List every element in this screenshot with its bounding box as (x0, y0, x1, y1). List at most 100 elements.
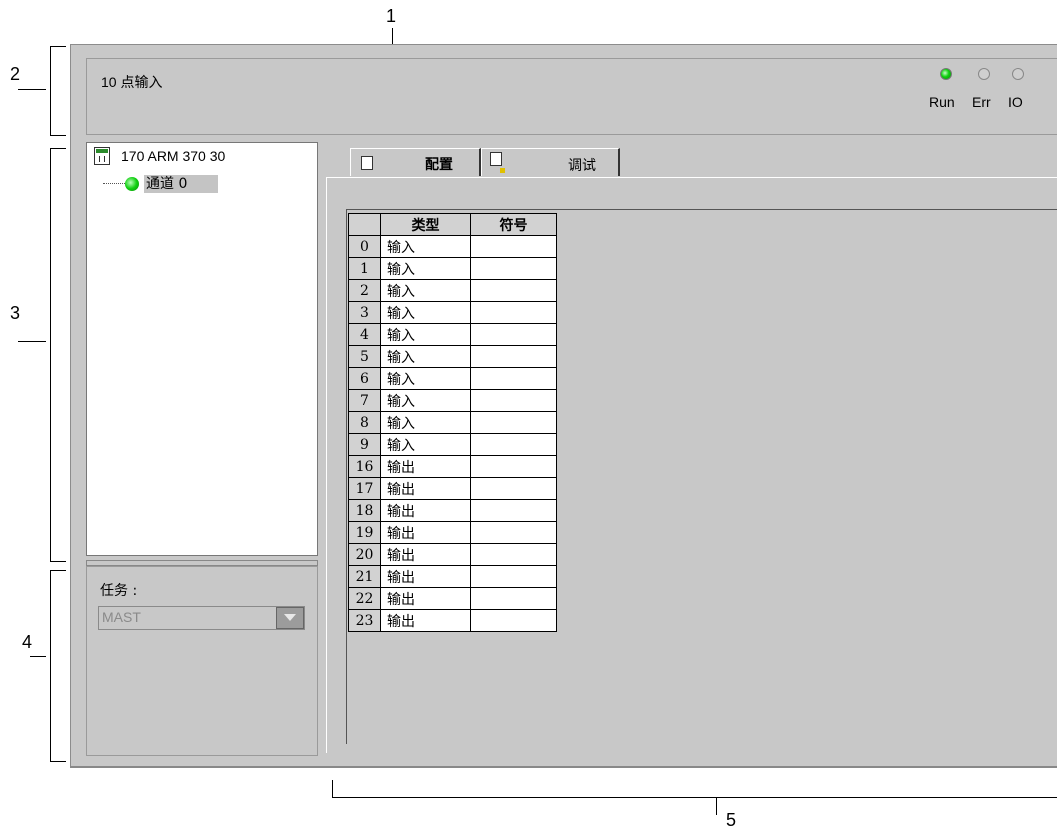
run-led-icon (940, 68, 952, 80)
symbol-cell[interactable] (470, 521, 557, 544)
type-cell[interactable]: 输出 (380, 499, 471, 522)
table-row[interactable]: 16 输出 (348, 455, 557, 478)
row-number[interactable]: 2 (348, 279, 381, 302)
table-row[interactable]: 8 输入 (348, 411, 557, 434)
row-number[interactable]: 7 (348, 389, 381, 412)
type-cell[interactable]: 输入 (380, 257, 471, 280)
callout-2-number: 2 (10, 64, 21, 84)
type-cell[interactable]: 输出 (380, 609, 471, 632)
tree-module-node[interactable]: 170 ARM 370 30 (121, 148, 225, 164)
row-number[interactable]: 21 (348, 565, 381, 588)
type-cell[interactable]: 输入 (380, 301, 471, 324)
symbol-cell[interactable] (470, 367, 557, 390)
table-row[interactable]: 2 输入 (348, 279, 557, 302)
table-row[interactable]: 4 输入 (348, 323, 557, 346)
window-bottom-edge (70, 766, 1057, 768)
type-cell[interactable]: 输入 (380, 389, 471, 412)
tab-config-label: 配置 (425, 157, 453, 173)
symbol-cell[interactable] (470, 279, 557, 302)
tab-debug[interactable]: 调试 (481, 148, 620, 176)
type-cell[interactable]: 输入 (380, 235, 471, 258)
type-cell[interactable]: 输出 (380, 477, 471, 500)
table-row[interactable]: 5 输入 (348, 345, 557, 368)
callout-2-tick (18, 89, 46, 90)
row-number[interactable]: 0 (348, 235, 381, 258)
symbol-cell[interactable] (470, 455, 557, 478)
config-icon (361, 156, 373, 170)
module-tree-panel (86, 142, 318, 556)
symbol-cell[interactable] (470, 389, 557, 412)
type-cell[interactable]: 输出 (380, 521, 471, 544)
symbol-cell[interactable] (470, 323, 557, 346)
symbol-cell[interactable] (470, 345, 557, 368)
row-number[interactable]: 5 (348, 345, 381, 368)
tree-connector (103, 183, 125, 184)
row-number[interactable]: 16 (348, 455, 381, 478)
type-cell[interactable]: 输入 (380, 345, 471, 368)
type-cell[interactable]: 输出 (380, 587, 471, 610)
table-row[interactable]: 22 输出 (348, 587, 557, 610)
type-cell[interactable]: 输出 (380, 455, 471, 478)
symbol-cell[interactable] (470, 609, 557, 632)
row-number[interactable]: 19 (348, 521, 381, 544)
row-number[interactable]: 22 (348, 587, 381, 610)
symbol-cell[interactable] (470, 477, 557, 500)
row-number[interactable]: 3 (348, 301, 381, 324)
type-cell[interactable]: 输入 (380, 433, 471, 456)
row-number[interactable]: 6 (348, 367, 381, 390)
callout-1-number: 1 (386, 6, 397, 26)
table-row[interactable]: 20 输出 (348, 543, 557, 566)
symbol-cell[interactable] (470, 411, 557, 434)
table-row[interactable]: 0 输入 (348, 235, 557, 258)
callout-3-number: 3 (10, 303, 21, 323)
table-row[interactable]: 1 输入 (348, 257, 557, 280)
io-channel-table: 类型 符号 0 输入 1 输入 2 输入 3 输入 4 输入 5 输入 6 输入 7 输入 8 输入 9 输入 16 输出… (348, 213, 557, 632)
table-row[interactable]: 21 输出 (348, 565, 557, 588)
symbol-cell[interactable] (470, 587, 557, 610)
err-led-icon (978, 68, 990, 80)
symbol-cell[interactable] (470, 543, 557, 566)
table-row[interactable]: 3 输入 (348, 301, 557, 324)
table-row[interactable]: 9 输入 (348, 433, 557, 456)
type-cell[interactable]: 输出 (380, 543, 471, 566)
row-number[interactable]: 4 (348, 323, 381, 346)
row-number[interactable]: 1 (348, 257, 381, 280)
symbol-cell[interactable] (470, 257, 557, 280)
row-number[interactable]: 20 (348, 543, 381, 566)
symbol-column-header[interactable]: 符号 (470, 213, 557, 236)
callout-4-tick (30, 656, 46, 657)
type-cell[interactable]: 输入 (380, 411, 471, 434)
symbol-cell[interactable] (470, 499, 557, 522)
symbol-cell[interactable] (470, 433, 557, 456)
table-row[interactable]: 17 输出 (348, 477, 557, 500)
symbol-cell[interactable] (470, 301, 557, 324)
row-number[interactable]: 9 (348, 433, 381, 456)
table-row[interactable]: 19 输出 (348, 521, 557, 544)
row-number[interactable]: 17 (348, 477, 381, 500)
type-cell[interactable]: 输出 (380, 565, 471, 588)
symbol-cell[interactable] (470, 565, 557, 588)
row-number[interactable]: 23 (348, 609, 381, 632)
type-cell[interactable]: 输入 (380, 367, 471, 390)
callout-2-bracket (50, 46, 66, 136)
table-row[interactable]: 23 输出 (348, 609, 557, 632)
callout-3-tick (18, 341, 46, 342)
row-number[interactable]: 8 (348, 411, 381, 434)
callout-4-bracket (50, 570, 66, 762)
table-row[interactable]: 7 输入 (348, 389, 557, 412)
table-row[interactable]: 6 输入 (348, 367, 557, 390)
tab-debug-label: 调试 (568, 158, 596, 174)
err-led-label: Err (972, 94, 991, 110)
callout-5-tick (716, 797, 717, 815)
row-number[interactable]: 18 (348, 499, 381, 522)
run-led-label: Run (929, 94, 955, 110)
type-column-header[interactable]: 类型 (380, 213, 471, 236)
debug-icon (490, 152, 502, 166)
tree-channel-node[interactable]: 通道 0 (144, 175, 218, 193)
channel-status-icon (125, 177, 139, 191)
table-row[interactable]: 18 输出 (348, 499, 557, 522)
tab-config[interactable]: 配置 (350, 148, 481, 176)
type-cell[interactable]: 输入 (380, 323, 471, 346)
type-cell[interactable]: 输入 (380, 279, 471, 302)
symbol-cell[interactable] (470, 235, 557, 258)
